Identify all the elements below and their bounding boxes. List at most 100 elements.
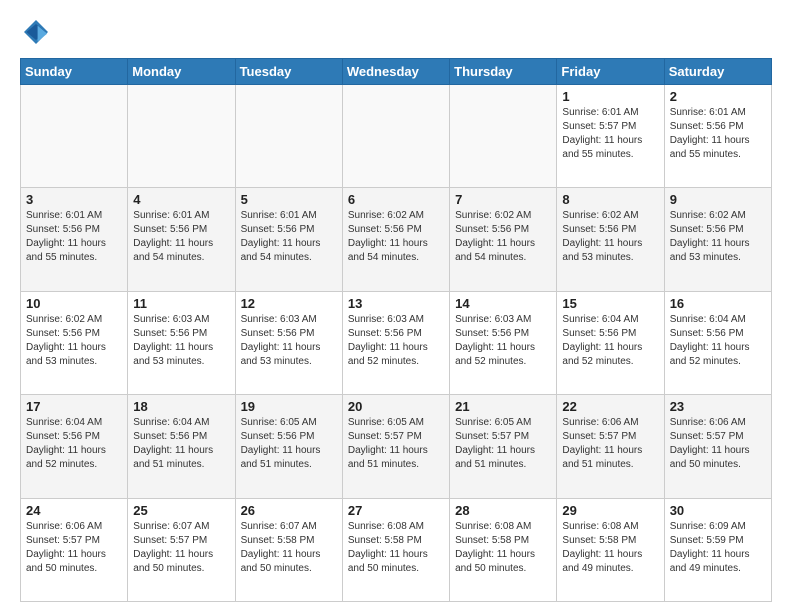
calendar-cell: 2 Sunrise: 6:01 AM Sunset: 5:56 PM Daylig… <box>664 85 771 188</box>
day-number: 8 <box>562 192 658 207</box>
day-info: Sunrise: 6:01 AM Sunset: 5:56 PM Dayligh… <box>241 209 337 265</box>
day-number: 4 <box>133 192 229 207</box>
calendar-cell: 4 Sunrise: 6:01 AM Sunset: 5:56 PM Daylig… <box>128 188 235 291</box>
calendar-cell: 22 Sunrise: 6:06 AM Sunset: 5:57 PM Dayli… <box>557 395 664 498</box>
day-info: Sunrise: 6:01 AM Sunset: 5:57 PM Dayligh… <box>562 106 658 162</box>
calendar-cell: 7Sunrise: 6:02 AM Sunset: 5:56 PM Daylig… <box>450 188 557 291</box>
weekday-header-row: SundayMondayTuesdayWednesdayThursdayFrid… <box>21 59 772 85</box>
day-info: Sunrise: 6:01 AM Sunset: 5:56 PM Dayligh… <box>670 106 766 162</box>
day-number: 2 <box>670 89 766 104</box>
weekday-header-tuesday: Tuesday <box>235 59 342 85</box>
calendar-cell <box>342 85 449 188</box>
day-number: 3 <box>26 192 122 207</box>
day-number: 26 <box>241 503 337 518</box>
day-info: Sunrise: 6:06 AM Sunset: 5:57 PM Dayligh… <box>562 416 658 472</box>
day-number: 9 <box>670 192 766 207</box>
day-info: Sunrise: 6:03 AM Sunset: 5:56 PM Dayligh… <box>133 313 229 369</box>
calendar-cell <box>21 85 128 188</box>
day-info: Sunrise: 6:02 AM Sunset: 5:56 PM Dayligh… <box>562 209 658 265</box>
calendar-cell: 23 Sunrise: 6:06 AM Sunset: 5:57 PM Dayli… <box>664 395 771 498</box>
day-info: Sunrise: 6:02 AM Sunset: 5:56 PM Dayligh… <box>348 209 444 265</box>
day-number: 21 <box>455 399 551 414</box>
day-info: Sunrise: 6:07 AM Sunset: 5:57 PM Dayligh… <box>133 520 229 576</box>
day-info: Sunrise: 6:04 AM Sunset: 5:56 PM Dayligh… <box>133 416 229 472</box>
calendar-cell: 30Sunrise: 6:09 AM Sunset: 5:59 PM Dayli… <box>664 498 771 601</box>
calendar-cell: 14Sunrise: 6:03 AM Sunset: 5:56 PM Dayli… <box>450 291 557 394</box>
calendar-cell: 29 Sunrise: 6:08 AM Sunset: 5:58 PM Dayli… <box>557 498 664 601</box>
calendar-cell: 24Sunrise: 6:06 AM Sunset: 5:57 PM Dayli… <box>21 498 128 601</box>
day-number: 24 <box>26 503 122 518</box>
day-number: 25 <box>133 503 229 518</box>
week-row-3: 10 Sunrise: 6:02 AM Sunset: 5:56 PM Dayli… <box>21 291 772 394</box>
calendar-cell: 5 Sunrise: 6:01 AM Sunset: 5:56 PM Daylig… <box>235 188 342 291</box>
day-info: Sunrise: 6:08 AM Sunset: 5:58 PM Dayligh… <box>348 520 444 576</box>
calendar-cell: 18 Sunrise: 6:04 AM Sunset: 5:56 PM Dayli… <box>128 395 235 498</box>
day-info: Sunrise: 6:08 AM Sunset: 5:58 PM Dayligh… <box>455 520 551 576</box>
day-info: Sunrise: 6:03 AM Sunset: 5:56 PM Dayligh… <box>455 313 551 369</box>
day-number: 1 <box>562 89 658 104</box>
week-row-1: 1 Sunrise: 6:01 AM Sunset: 5:57 PM Daylig… <box>21 85 772 188</box>
day-number: 17 <box>26 399 122 414</box>
day-info: Sunrise: 6:08 AM Sunset: 5:58 PM Dayligh… <box>562 520 658 576</box>
calendar-table: SundayMondayTuesdayWednesdayThursdayFrid… <box>20 58 772 602</box>
day-info: Sunrise: 6:04 AM Sunset: 5:56 PM Dayligh… <box>670 313 766 369</box>
calendar-cell: 9 Sunrise: 6:02 AM Sunset: 5:56 PM Daylig… <box>664 188 771 291</box>
day-info: Sunrise: 6:04 AM Sunset: 5:56 PM Dayligh… <box>562 313 658 369</box>
day-number: 28 <box>455 503 551 518</box>
day-info: Sunrise: 6:05 AM Sunset: 5:57 PM Dayligh… <box>455 416 551 472</box>
calendar-cell <box>235 85 342 188</box>
day-info: Sunrise: 6:05 AM Sunset: 5:57 PM Dayligh… <box>348 416 444 472</box>
day-number: 6 <box>348 192 444 207</box>
calendar-cell: 1 Sunrise: 6:01 AM Sunset: 5:57 PM Daylig… <box>557 85 664 188</box>
day-number: 16 <box>670 296 766 311</box>
week-row-2: 3 Sunrise: 6:01 AM Sunset: 5:56 PM Daylig… <box>21 188 772 291</box>
day-number: 18 <box>133 399 229 414</box>
calendar-cell: 10 Sunrise: 6:02 AM Sunset: 5:56 PM Dayli… <box>21 291 128 394</box>
day-info: Sunrise: 6:01 AM Sunset: 5:56 PM Dayligh… <box>26 209 122 265</box>
calendar-cell: 26Sunrise: 6:07 AM Sunset: 5:58 PM Dayli… <box>235 498 342 601</box>
day-info: Sunrise: 6:01 AM Sunset: 5:56 PM Dayligh… <box>133 209 229 265</box>
calendar-cell: 8 Sunrise: 6:02 AM Sunset: 5:56 PM Daylig… <box>557 188 664 291</box>
day-number: 10 <box>26 296 122 311</box>
day-number: 23 <box>670 399 766 414</box>
day-number: 27 <box>348 503 444 518</box>
calendar-cell: 3 Sunrise: 6:01 AM Sunset: 5:56 PM Daylig… <box>21 188 128 291</box>
day-info: Sunrise: 6:02 AM Sunset: 5:56 PM Dayligh… <box>670 209 766 265</box>
day-number: 12 <box>241 296 337 311</box>
calendar-cell: 19 Sunrise: 6:05 AM Sunset: 5:56 PM Dayli… <box>235 395 342 498</box>
day-info: Sunrise: 6:06 AM Sunset: 5:57 PM Dayligh… <box>670 416 766 472</box>
day-number: 20 <box>348 399 444 414</box>
day-info: Sunrise: 6:03 AM Sunset: 5:56 PM Dayligh… <box>348 313 444 369</box>
day-number: 13 <box>348 296 444 311</box>
calendar-cell: 20 Sunrise: 6:05 AM Sunset: 5:57 PM Dayli… <box>342 395 449 498</box>
day-number: 5 <box>241 192 337 207</box>
day-info: Sunrise: 6:04 AM Sunset: 5:56 PM Dayligh… <box>26 416 122 472</box>
calendar-cell: 17 Sunrise: 6:04 AM Sunset: 5:56 PM Dayli… <box>21 395 128 498</box>
calendar-cell: 21 Sunrise: 6:05 AM Sunset: 5:57 PM Dayli… <box>450 395 557 498</box>
day-number: 11 <box>133 296 229 311</box>
calendar-cell: 25 Sunrise: 6:07 AM Sunset: 5:57 PM Dayli… <box>128 498 235 601</box>
day-info: Sunrise: 6:02 AM Sunset: 5:56 PM Dayligh… <box>26 313 122 369</box>
header <box>20 16 772 48</box>
day-number: 22 <box>562 399 658 414</box>
logo <box>20 16 56 48</box>
weekday-header-monday: Monday <box>128 59 235 85</box>
calendar-cell: 16 Sunrise: 6:04 AM Sunset: 5:56 PM Dayli… <box>664 291 771 394</box>
weekday-header-thursday: Thursday <box>450 59 557 85</box>
calendar-cell: 27 Sunrise: 6:08 AM Sunset: 5:58 PM Dayli… <box>342 498 449 601</box>
day-number: 7 <box>455 192 551 207</box>
calendar-cell: 15Sunrise: 6:04 AM Sunset: 5:56 PM Dayli… <box>557 291 664 394</box>
calendar-cell: 12Sunrise: 6:03 AM Sunset: 5:56 PM Dayli… <box>235 291 342 394</box>
calendar-cell <box>450 85 557 188</box>
weekday-header-wednesday: Wednesday <box>342 59 449 85</box>
day-number: 29 <box>562 503 658 518</box>
day-number: 19 <box>241 399 337 414</box>
week-row-5: 24Sunrise: 6:06 AM Sunset: 5:57 PM Dayli… <box>21 498 772 601</box>
week-row-4: 17 Sunrise: 6:04 AM Sunset: 5:56 PM Dayli… <box>21 395 772 498</box>
weekday-header-friday: Friday <box>557 59 664 85</box>
calendar-cell: 11 Sunrise: 6:03 AM Sunset: 5:56 PM Dayli… <box>128 291 235 394</box>
day-info: Sunrise: 6:05 AM Sunset: 5:56 PM Dayligh… <box>241 416 337 472</box>
page: SundayMondayTuesdayWednesdayThursdayFrid… <box>0 0 792 612</box>
day-number: 30 <box>670 503 766 518</box>
calendar-cell: 6 Sunrise: 6:02 AM Sunset: 5:56 PM Daylig… <box>342 188 449 291</box>
